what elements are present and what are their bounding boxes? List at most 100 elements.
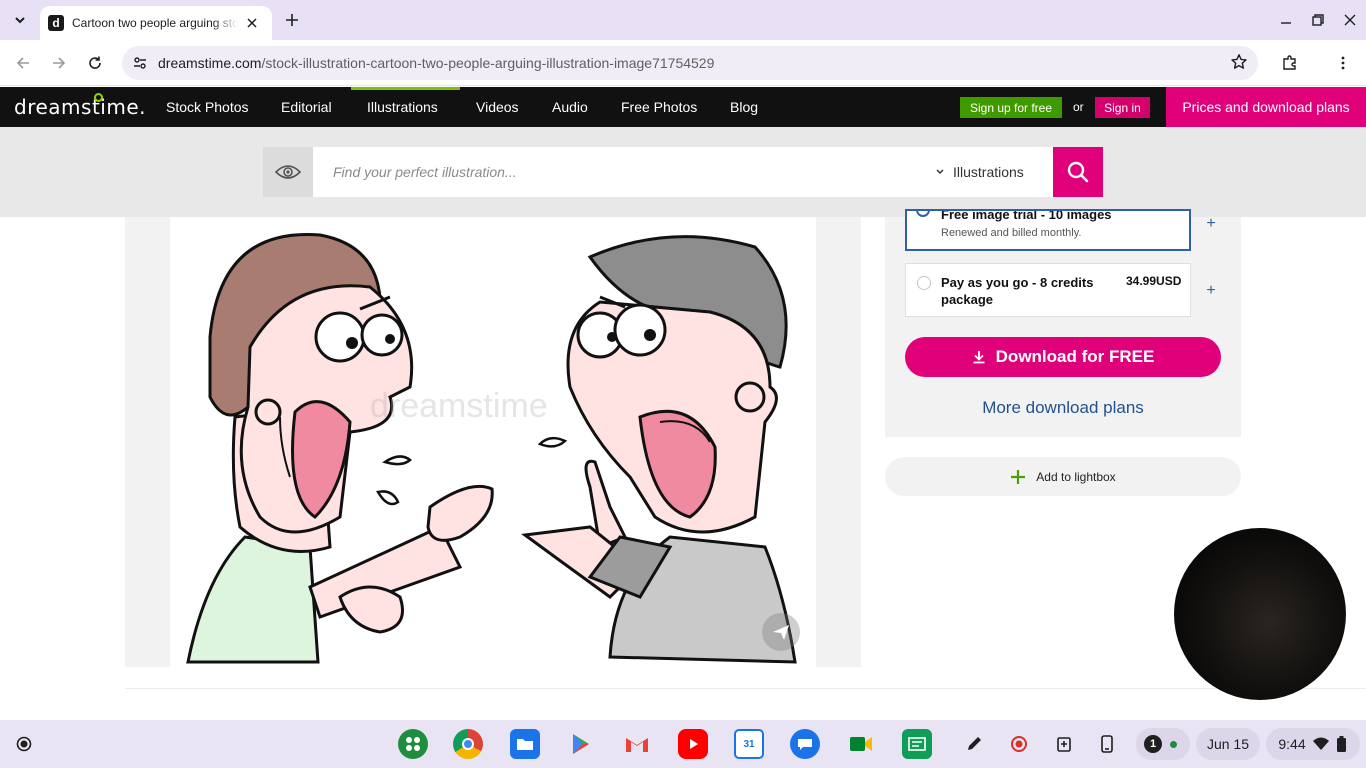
site-header: dreamstime. Stock Photos Editorial Illus… [0, 87, 1366, 127]
tab-close-button[interactable] [244, 15, 260, 31]
record-icon [1011, 736, 1027, 752]
eye-icon [274, 165, 302, 179]
address-bar[interactable]: dreamstime.com/stock-illustration-cartoo… [122, 46, 1258, 80]
expand-plus-icon[interactable]: + [1204, 216, 1218, 232]
classroom-app-icon[interactable] [902, 729, 932, 759]
nav-free-photos[interactable]: Free Photos [621, 99, 697, 115]
browser-tab-bar: d Cartoon two people arguing stock illus… [0, 0, 1366, 40]
youtube-app-icon[interactable] [678, 729, 708, 759]
plan-radio[interactable] [917, 276, 931, 290]
minimize-icon [1281, 22, 1291, 24]
phone-hub-button[interactable] [1095, 732, 1119, 756]
restore-button[interactable] [1306, 8, 1330, 32]
search-bar-section: Illustrations [0, 127, 1366, 217]
forward-button[interactable] [45, 49, 73, 77]
prices-plans-button[interactable]: Prices and download plans [1166, 87, 1366, 127]
pen-tool-button[interactable] [962, 732, 986, 756]
tab-title: Cartoon two people arguing stock illustr… [72, 16, 238, 30]
plus-icon [1011, 469, 1026, 484]
add-to-lightbox-button[interactable]: Add to lightbox [885, 457, 1241, 496]
sign-in-button[interactable]: Sign in [1095, 97, 1150, 118]
cartoon-arguing-illustration: dreamstime [186, 232, 797, 664]
download-plans-panel: Free image trial - 10 images Renewed and… [885, 209, 1241, 437]
puzzle-icon [1283, 55, 1296, 70]
webcam-overlay [1174, 528, 1346, 700]
nav-blog[interactable]: Blog [730, 99, 758, 115]
launcher-icon [16, 736, 32, 752]
clipboard-icon [1057, 737, 1071, 752]
active-nav-indicator [351, 87, 460, 90]
back-button[interactable] [9, 49, 37, 77]
menu-button[interactable] [1329, 49, 1357, 77]
sign-up-button[interactable]: Sign up for free [960, 97, 1062, 118]
download-for-free-button[interactable]: Download for FREE [905, 337, 1221, 377]
meet-app-icon[interactable] [846, 729, 876, 759]
phone-icon [1101, 735, 1113, 753]
nav-editorial[interactable]: Editorial [281, 99, 332, 115]
download-icon [973, 351, 985, 364]
search-icon [1067, 161, 1089, 183]
chrome-app-icon[interactable] [453, 729, 483, 759]
search-category-select[interactable]: Illustrations [935, 164, 1024, 180]
close-icon [247, 18, 257, 28]
plan-option-free-trial[interactable]: Free image trial - 10 images Renewed and… [905, 209, 1191, 251]
new-tab-button[interactable] [280, 8, 304, 32]
app-launcher-apps-icon[interactable] [398, 729, 428, 759]
files-app-icon[interactable] [510, 729, 540, 759]
arrow-right-icon [53, 57, 66, 69]
pen-icon [968, 737, 981, 750]
image-preview-panel: dreamstime [125, 217, 861, 667]
close-icon [1344, 14, 1356, 26]
restore-icon [1312, 14, 1324, 26]
send-icon [773, 625, 789, 640]
nav-stock-photos[interactable]: Stock Photos [166, 99, 249, 115]
clipboard-button[interactable] [1052, 732, 1076, 756]
nav-audio[interactable]: Audio [552, 99, 588, 115]
arrow-left-icon [16, 57, 29, 69]
download-button-label: Download for FREE [995, 347, 1155, 366]
reload-icon [89, 56, 101, 69]
more-download-plans-link[interactable]: More download plans [885, 398, 1241, 418]
url-path: /stock-illustration-cartoon-two-people-a… [261, 55, 715, 71]
notification-count-badge: 1 [1144, 735, 1162, 753]
minimize-button[interactable] [1274, 8, 1298, 32]
browser-tab[interactable]: d Cartoon two people arguing stock illus… [40, 6, 272, 40]
search-button[interactable] [1053, 147, 1103, 197]
plan-option-pay-as-you-go[interactable]: Pay as you go - 8 credits package 34.99U… [905, 263, 1191, 317]
share-button[interactable] [762, 613, 800, 651]
chevron-down-icon [936, 169, 944, 175]
close-window-button[interactable] [1338, 8, 1362, 32]
screen-record-button[interactable] [1007, 732, 1031, 756]
url-host: dreamstime.com [158, 55, 262, 71]
launcher-button[interactable] [12, 732, 36, 756]
extensions-button[interactable] [1276, 49, 1304, 77]
plus-icon [286, 14, 298, 26]
browser-toolbar: dreamstime.com/stock-illustration-cartoo… [0, 40, 1366, 86]
divider [125, 688, 1366, 689]
gmail-app-icon[interactable] [622, 729, 652, 759]
illustration-image[interactable]: dreamstime [170, 217, 816, 667]
bookmark-star-icon[interactable] [1230, 53, 1250, 73]
chevron-down-icon [15, 17, 25, 24]
visual-search-button[interactable] [263, 147, 313, 197]
more-vert-icon [1341, 56, 1345, 70]
reload-button[interactable] [81, 49, 109, 77]
clock-text: 9:44 [1278, 736, 1306, 752]
os-shelf: 31 1 Jun 15 9:44 [0, 720, 1366, 768]
tab-search-button[interactable] [8, 8, 32, 32]
dreamstime-favicon-icon: d [48, 15, 64, 31]
nav-videos[interactable]: Videos [476, 99, 519, 115]
site-info-icon[interactable] [130, 53, 150, 73]
search-category-label: Illustrations [953, 164, 1024, 180]
logo-mark [14, 93, 134, 119]
expand-plus-icon[interactable]: + [1204, 283, 1218, 299]
status-dot-icon [1168, 732, 1178, 756]
plan-trial-title: Free image trial - 10 images [941, 209, 1112, 222]
nav-illustrations[interactable]: Illustrations [367, 99, 438, 115]
plan-payg-title: Pay as you go - 8 credits package [941, 275, 1094, 307]
messages-app-icon[interactable] [790, 729, 820, 759]
play-store-app-icon[interactable] [566, 729, 596, 759]
or-text: or [1073, 100, 1084, 114]
plan-radio-selected[interactable] [916, 211, 930, 217]
calendar-app-icon[interactable]: 31 [734, 729, 764, 759]
